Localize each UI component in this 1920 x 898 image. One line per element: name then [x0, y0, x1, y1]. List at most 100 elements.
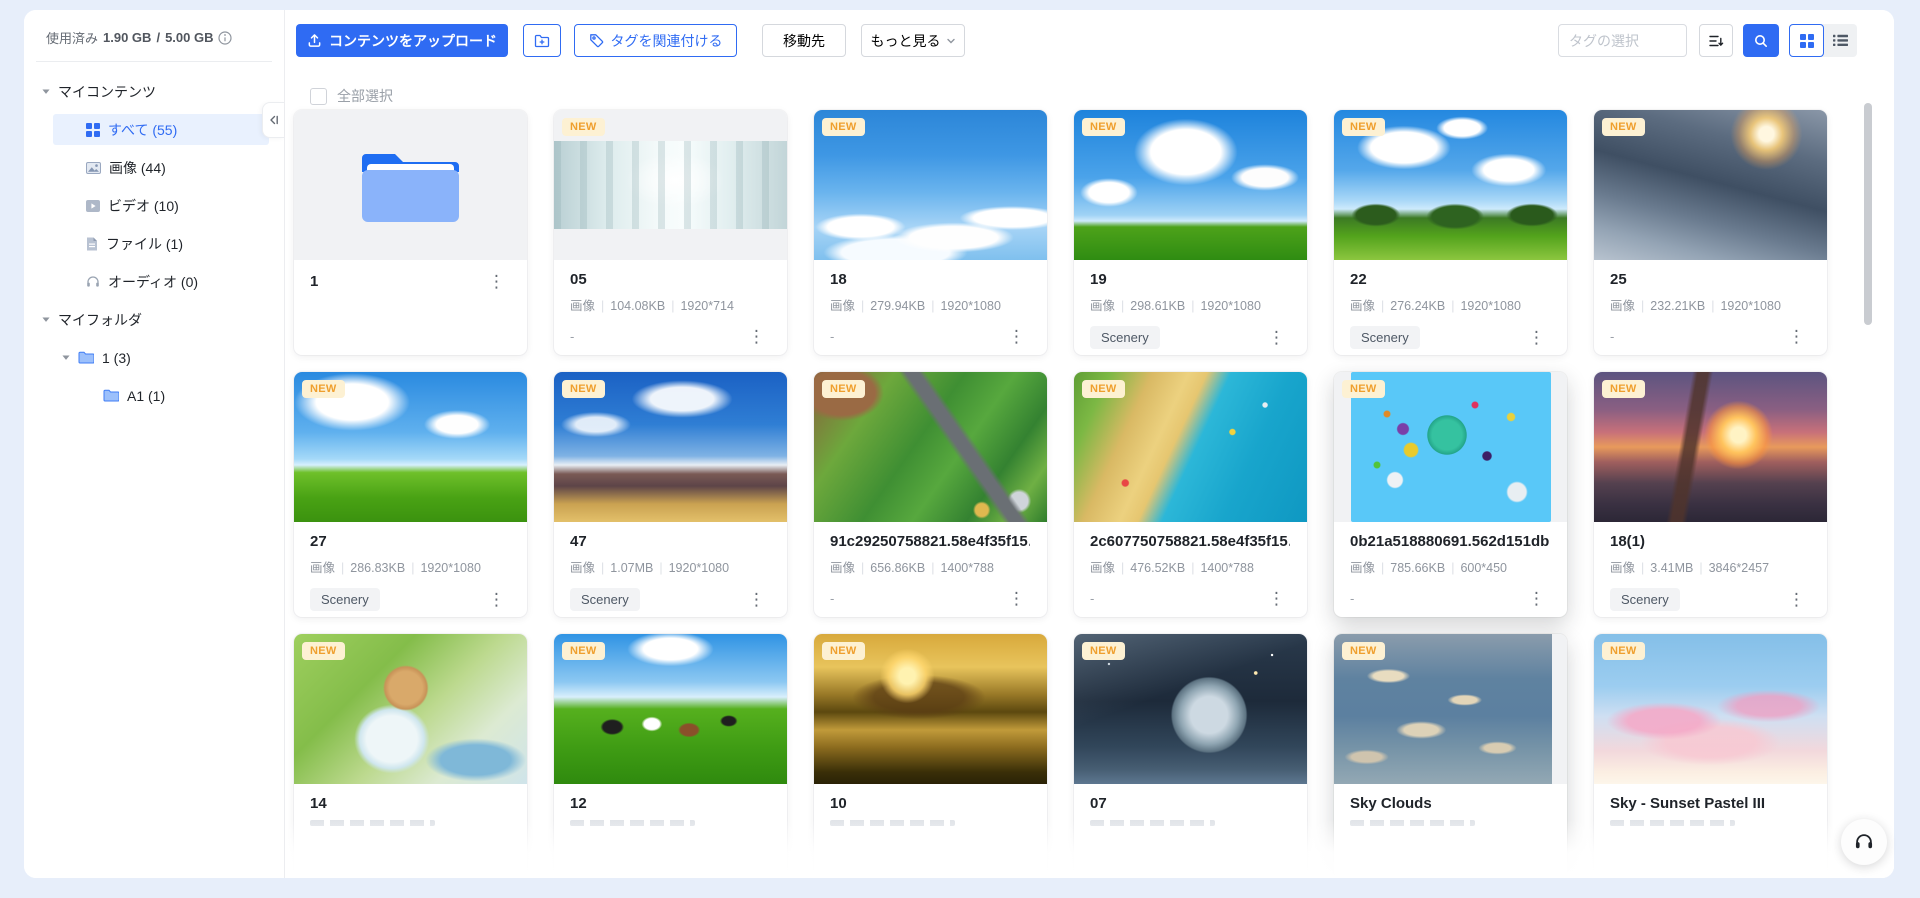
more-options-icon[interactable]: ⋮ — [1522, 588, 1551, 609]
card-meta: 画像|3.41MB|3846*2457 — [1610, 557, 1811, 576]
sort-button[interactable] — [1699, 24, 1733, 57]
new-badge: NEW — [1342, 380, 1385, 398]
card-info: 05 画像|104.08KB|1920*714 - ⋮ — [554, 260, 787, 347]
more-options-icon[interactable]: ⋮ — [1262, 588, 1291, 609]
card-thumbnail: NEW — [1594, 372, 1827, 522]
card-thumbnail: NEW — [1074, 372, 1307, 522]
tag-badge[interactable]: Scenery — [1610, 588, 1680, 611]
sidebar-item-A1[interactable]: A1 (1) — [53, 380, 269, 411]
caret-down-icon[interactable] — [62, 354, 70, 361]
tag-badge[interactable]: Scenery — [1350, 326, 1420, 349]
content-card-22[interactable]: NEW 22 画像|276.24KB|1920*1080 Scenery ⋮ — [1334, 110, 1567, 355]
card-thumbnail: NEW — [1074, 110, 1307, 260]
card-thumbnail: NEW — [294, 634, 527, 784]
content-card-18(1)[interactable]: NEW 18(1) 画像|3.41MB|3846*2457 Scenery ⋮ — [1594, 372, 1827, 617]
file-icon — [86, 237, 98, 251]
content-card-2c607750758821.58e4f35f15…[interactable]: NEW 2c607750758821.58e4f35f15… 画像|476.52… — [1074, 372, 1307, 617]
content-card-27[interactable]: NEW 27 画像|286.83KB|1920*1080 Scenery ⋮ — [294, 372, 527, 617]
content-card-1[interactable]: 1 ⋮ — [294, 110, 527, 355]
card-thumbnail: NEW — [1334, 110, 1567, 260]
card-thumbnail: NEW — [814, 110, 1047, 260]
card-info: 27 画像|286.83KB|1920*1080 Scenery ⋮ — [294, 522, 527, 611]
content-card-07[interactable]: NEW 07 — [1074, 634, 1307, 878]
sidebar-section-label: マイフォルダ — [58, 310, 142, 330]
list-view-button[interactable] — [1824, 24, 1857, 57]
card-title: 07 — [1090, 795, 1107, 812]
caret-down-icon[interactable] — [42, 316, 50, 323]
content-card-18[interactable]: NEW 18 画像|279.94KB|1920*1080 - ⋮ — [814, 110, 1047, 355]
card-thumbnail: NEW — [1594, 634, 1827, 784]
associate-tags-button[interactable]: タグを関連付ける — [574, 24, 737, 57]
support-button[interactable] — [1841, 819, 1887, 865]
no-tag-dash: - — [830, 591, 834, 606]
search-button[interactable] — [1743, 24, 1779, 57]
associate-tags-label: タグを関連付ける — [611, 31, 723, 51]
content-card-14[interactable]: NEW 14 — [294, 634, 527, 878]
sidebar-section-マイコンテンツ[interactable]: マイコンテンツ — [42, 76, 269, 107]
sidebar-item-ファイル[interactable]: ファイル (1) — [53, 228, 269, 259]
content-card-Sky Clouds[interactable]: NEW Sky Clouds — [1334, 634, 1567, 878]
tag-badge[interactable]: Scenery — [310, 588, 380, 611]
card-thumbnail: NEW — [554, 110, 787, 260]
more-options-icon[interactable]: ⋮ — [482, 589, 511, 610]
more-options-icon[interactable]: ⋮ — [1002, 326, 1031, 347]
sidebar-item-1[interactable]: 1 (3) — [53, 342, 269, 373]
content-card-47[interactable]: NEW 47 画像|1.07MB|1920*1080 Scenery ⋮ — [554, 372, 787, 617]
card-meta: 画像|276.24KB|1920*1080 — [1350, 295, 1551, 314]
vertical-scrollbar[interactable] — [1864, 103, 1872, 325]
more-options-icon[interactable]: ⋮ — [1262, 327, 1291, 348]
content-card-05[interactable]: NEW 05 画像|104.08KB|1920*714 - ⋮ — [554, 110, 787, 355]
tag-select-input[interactable] — [1558, 24, 1687, 57]
content-card-19[interactable]: NEW 19 画像|298.61KB|1920*1080 Scenery ⋮ — [1074, 110, 1307, 355]
card-meta: 画像|232.21KB|1920*1080 — [1610, 295, 1811, 314]
content-card-91c29250758821.58e4f35f15…[interactable]: NEW 91c29250758821.58e4f35f15… 画像|656.86… — [814, 372, 1047, 617]
card-title: 14 — [310, 795, 327, 812]
grid-view-button[interactable] — [1789, 24, 1824, 57]
main-content: コンテンツをアップロード タグを関連付ける 移動先 もっと見る — [286, 10, 1894, 878]
more-options-icon[interactable]: ⋮ — [1782, 326, 1811, 347]
new-folder-button[interactable] — [523, 24, 561, 57]
sidebar-item-label: ビデオ (10) — [108, 196, 179, 216]
card-meta-clipped — [1090, 820, 1215, 826]
caret-down-icon[interactable] — [42, 88, 50, 95]
storage-usage: 使用済み 1.90 GB / 5.00 GB — [24, 10, 284, 47]
card-info: 14 — [294, 784, 527, 826]
sidebar-item-label: すべて (55) — [108, 120, 177, 140]
content-card-Sky - Sunset Pastel III[interactable]: NEW Sky - Sunset Pastel III — [1594, 634, 1827, 878]
chevron-down-icon — [946, 36, 956, 46]
tag-badge[interactable]: Scenery — [570, 588, 640, 611]
card-meta: 画像|298.61KB|1920*1080 — [1090, 295, 1291, 314]
app-window: 使用済み 1.90 GB / 5.00 GB マイコンテンツ すべて (55) … — [24, 10, 1894, 878]
more-options-icon[interactable]: ⋮ — [1522, 327, 1551, 348]
sidebar-section-マイフォルダ[interactable]: マイフォルダ — [42, 304, 269, 335]
info-circle-icon[interactable] — [218, 31, 232, 45]
list-view-icon — [1833, 34, 1848, 47]
select-all-checkbox[interactable] — [310, 88, 327, 105]
card-thumbnail: NEW — [554, 634, 787, 784]
more-options-icon[interactable]: ⋮ — [742, 326, 771, 347]
upload-content-button[interactable]: コンテンツをアップロード — [296, 24, 508, 57]
headset-icon — [1853, 831, 1875, 853]
sidebar-item-画像[interactable]: 画像 (44) — [53, 152, 269, 183]
content-card-25[interactable]: NEW 25 画像|232.21KB|1920*1080 - ⋮ — [1594, 110, 1827, 355]
more-actions-button[interactable]: もっと見る — [861, 24, 965, 57]
more-options-icon[interactable]: ⋮ — [742, 589, 771, 610]
more-options-icon[interactable]: ⋮ — [1782, 589, 1811, 610]
sidebar-collapse-button[interactable] — [262, 102, 284, 138]
more-options-icon[interactable]: ⋮ — [482, 271, 511, 292]
content-card-0b21a518880691.562d151db…[interactable]: NEW 0b21a518880691.562d151db… 画像|785.66K… — [1334, 372, 1567, 617]
sidebar-item-オーディオ[interactable]: オーディオ (0) — [53, 266, 269, 297]
card-info: 10 — [814, 784, 1047, 826]
sidebar-item-label: ファイル (1) — [106, 234, 183, 254]
card-thumbnail: NEW — [294, 372, 527, 522]
content-card-12[interactable]: NEW 12 — [554, 634, 787, 878]
new-badge: NEW — [562, 642, 605, 660]
sidebar-item-すべて[interactable]: すべて (55) — [53, 114, 269, 145]
tag-badge[interactable]: Scenery — [1090, 326, 1160, 349]
no-tag-dash: - — [830, 329, 834, 344]
card-info: 91c29250758821.58e4f35f15… 画像|656.86KB|1… — [814, 522, 1047, 609]
content-card-10[interactable]: NEW 10 — [814, 634, 1047, 878]
move-to-button[interactable]: 移動先 — [762, 24, 846, 57]
more-options-icon[interactable]: ⋮ — [1002, 588, 1031, 609]
sidebar-item-ビデオ[interactable]: ビデオ (10) — [53, 190, 269, 221]
